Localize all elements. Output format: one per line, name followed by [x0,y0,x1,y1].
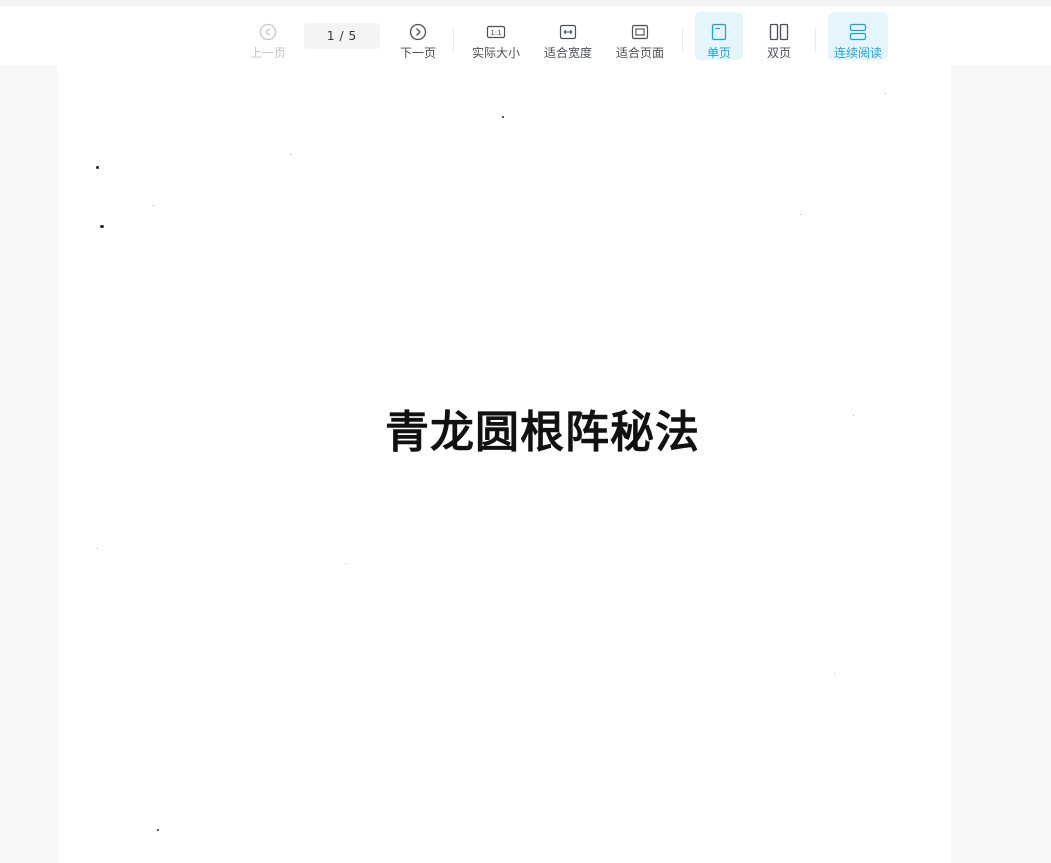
page-indicator[interactable]: 1 / 5 [304,23,380,49]
scan-speck [853,415,854,416]
prev-page-label: 上一页 [249,46,286,60]
current-page-input[interactable]: 1 [325,29,338,43]
viewer-toolbar: 上一页 1 / 5 下一页 1:1 实际大小 适合宽度 适合页面 单页 双页 连… [0,0,1051,65]
document-title: 青龙圆根阵秘法 [385,407,700,458]
continuous-reading-icon [846,20,870,44]
toolbar-divider [682,28,683,52]
page-separator: / [339,29,345,43]
continuous-reading-label: 连续阅读 [833,46,882,60]
single-page-label: 单页 [706,46,731,60]
actual-size-button[interactable]: 1:1 实际大小 [470,12,522,60]
scan-speck [800,214,801,215]
next-page-label: 下一页 [399,46,436,60]
fit-page-icon [628,20,652,44]
scan-speck [290,154,291,155]
single-page-button[interactable]: 单页 [695,12,743,60]
actual-size-icon: 1:1 [484,20,508,44]
scan-speck [345,563,346,564]
chevron-left-circle-icon [256,20,280,44]
fit-width-button[interactable]: 适合宽度 [542,12,594,60]
scan-speck [100,225,104,228]
double-page-button[interactable]: 双页 [758,12,800,60]
fit-page-label: 适合页面 [615,46,664,60]
scan-speck [96,166,99,169]
continuous-reading-button[interactable]: 连续阅读 [828,12,888,60]
svg-text:1:1: 1:1 [490,29,501,37]
toolbar-divider [815,28,816,52]
document-page: 青龙圆根阵秘法 [58,65,951,863]
scan-speck [157,829,159,831]
toolbar-divider [453,28,454,52]
total-pages: 5 [348,29,358,43]
scan-speck [834,673,835,674]
fit-width-label: 适合宽度 [543,46,592,60]
chevron-right-circle-icon [406,20,430,44]
fit-width-icon [556,20,580,44]
scan-speck [153,205,154,206]
prev-page-button[interactable]: 上一页 [248,12,288,60]
next-page-button[interactable]: 下一页 [398,12,438,60]
fit-page-button[interactable]: 适合页面 [614,12,666,60]
scan-speck [97,548,98,549]
actual-size-label: 实际大小 [471,46,520,60]
double-page-icon [767,20,791,44]
scan-speck [885,93,886,94]
scan-speck [502,116,504,118]
single-page-icon [707,20,731,44]
double-page-label: 双页 [766,46,791,60]
